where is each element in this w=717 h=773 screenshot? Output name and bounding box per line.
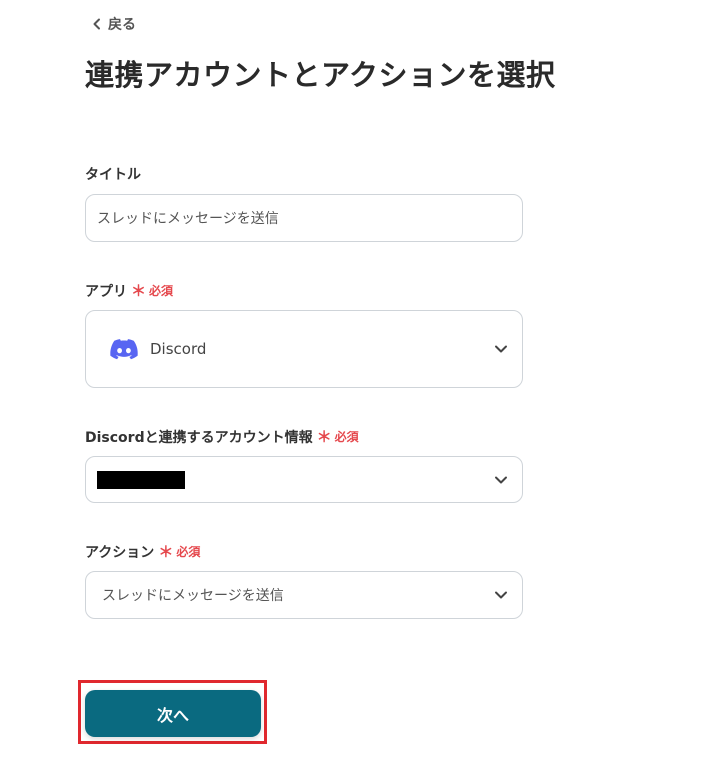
back-link[interactable]: 戻る xyxy=(92,14,136,34)
chevron-down-icon xyxy=(495,591,507,599)
discord-logo-icon xyxy=(110,338,138,359)
action-field-label: アクション ＊ 必須 xyxy=(85,541,200,562)
required-asterisk-icon: ＊ xyxy=(316,428,332,446)
title-label-text: タイトル xyxy=(85,167,141,183)
required-asterisk-icon: ＊ xyxy=(131,282,147,300)
app-field-label: アプリ ＊ 必須 xyxy=(85,280,173,301)
required-badge: 必須 xyxy=(176,545,201,559)
account-field-label: Discordと連携するアカウント情報 ＊ 必須 xyxy=(85,426,359,447)
chevron-left-icon xyxy=(93,18,100,30)
action-select[interactable]: スレッドにメッセージを送信 xyxy=(85,571,523,619)
selected-app-name: Discord xyxy=(150,340,207,358)
account-select[interactable] xyxy=(85,456,523,503)
redacted-account-name xyxy=(97,470,185,489)
required-asterisk-icon: ＊ xyxy=(158,543,174,561)
required-badge: 必須 xyxy=(149,284,174,298)
next-button[interactable]: 次へ xyxy=(85,690,261,737)
page: 戻る 連携アカウントとアクションを選択 タイトル スレッドにメッセージを送信 ア… xyxy=(0,0,717,773)
app-label-text: アプリ xyxy=(85,283,127,300)
action-select-value: スレッドにメッセージを送信 xyxy=(102,588,284,604)
required-badge: 必須 xyxy=(334,430,359,444)
title-input-value: スレッドにメッセージを送信 xyxy=(97,211,279,227)
back-label: 戻る xyxy=(108,17,136,33)
app-select[interactable]: Discord xyxy=(85,310,523,388)
page-title: 連携アカウントとアクションを選択 xyxy=(85,58,556,92)
chevron-down-icon xyxy=(495,345,507,353)
chevron-down-icon xyxy=(495,476,507,483)
title-field-label: タイトル xyxy=(85,164,141,184)
action-label-text: アクション xyxy=(85,544,155,561)
account-label-text: Discordと連携するアカウント情報 xyxy=(85,429,313,446)
title-input[interactable]: スレッドにメッセージを送信 xyxy=(85,194,523,242)
